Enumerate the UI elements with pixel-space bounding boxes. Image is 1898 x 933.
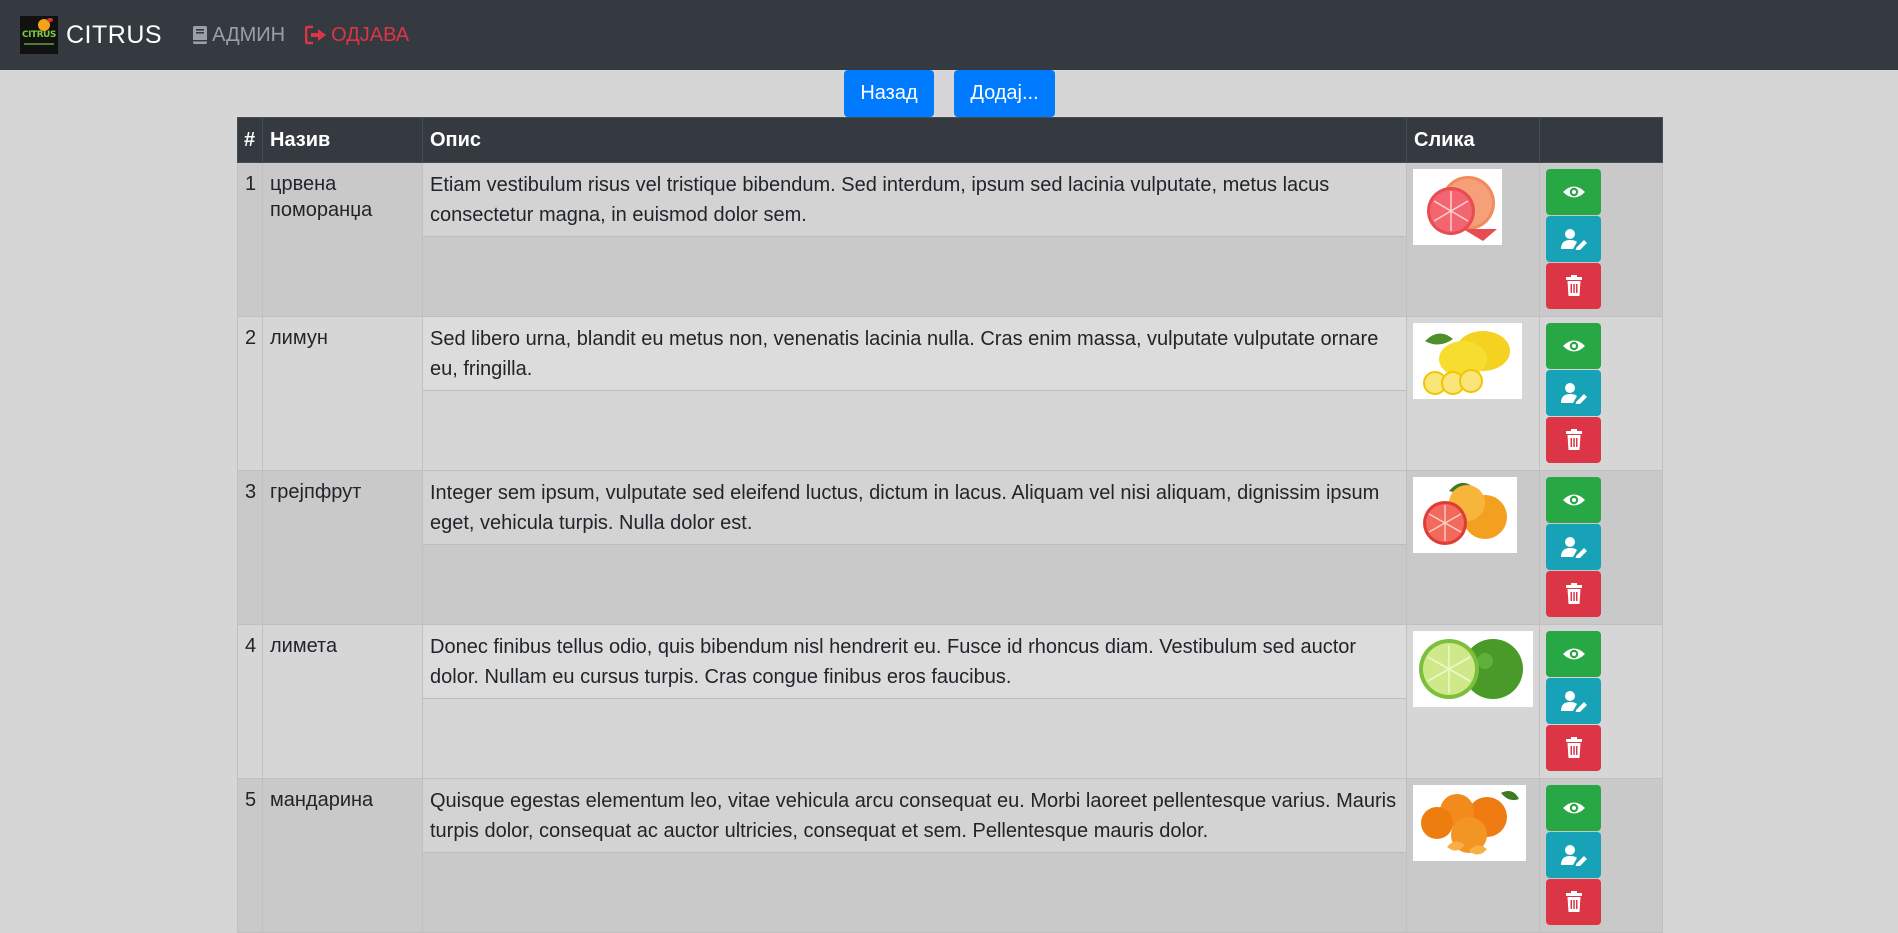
row-description-cell: Donec finibus tellus odio, quis bibendum…: [422, 624, 1407, 779]
user-edit-icon: [1560, 537, 1587, 558]
lemon-image: [1413, 323, 1522, 399]
row-number: 3: [237, 470, 263, 625]
row-description-cell: Etiam vestibulum risus vel tristique bib…: [422, 162, 1407, 317]
edit-button[interactable]: [1546, 678, 1601, 724]
table-row: 5 мандарина Quisque egestas elementum le…: [237, 778, 1663, 933]
add-button[interactable]: Додај...: [954, 70, 1055, 117]
view-button[interactable]: [1546, 631, 1601, 677]
row-name: грејпфрут: [262, 470, 423, 625]
row-name: лимета: [262, 624, 423, 779]
mandarin-image: [1413, 785, 1526, 861]
top-navbar: CITRUS CITRUS АДМИН ОДЈАВА: [0, 0, 1898, 70]
row-number: 4: [237, 624, 263, 779]
row-description-cell: Sed libero urna, blandit eu metus non, v…: [422, 316, 1407, 471]
view-button[interactable]: [1546, 477, 1601, 523]
fruit-table: # Назив Опис Слика 1 црвена поморанџа Et…: [237, 117, 1663, 933]
header-image: Слика: [1406, 117, 1540, 163]
eye-icon: [1562, 340, 1585, 352]
user-edit-icon: [1560, 845, 1587, 866]
row-description: Donec finibus tellus odio, quis bibendum…: [423, 625, 1406, 699]
delete-button[interactable]: [1546, 263, 1601, 309]
row-actions: [1539, 778, 1663, 933]
row-number: 1: [237, 162, 263, 317]
header-description: Опис: [422, 117, 1407, 163]
nav-logout-label: ОДЈАВА: [331, 23, 410, 46]
lime-image: [1413, 631, 1533, 707]
nav-admin-link[interactable]: АДМИН: [192, 24, 285, 47]
user-edit-icon: [1560, 383, 1587, 404]
row-image-cell: [1406, 470, 1540, 625]
row-name: црвена поморанџа: [262, 162, 423, 317]
grapefruit-image: [1413, 477, 1517, 553]
table-row: 1 црвена поморанџа Etiam vestibulum risu…: [237, 162, 1663, 317]
row-name-line: лимета: [270, 635, 338, 657]
trash-icon: [1565, 429, 1582, 450]
header-name: Назив: [262, 117, 423, 163]
row-image-cell: [1406, 162, 1540, 317]
row-actions: [1539, 162, 1663, 317]
citrus-logo-icon: CITRUS: [20, 16, 58, 54]
view-button[interactable]: [1546, 169, 1601, 215]
view-button[interactable]: [1546, 323, 1601, 369]
row-image-cell: [1406, 778, 1540, 933]
row-actions: [1539, 470, 1663, 625]
row-name-line: мандарина: [270, 789, 374, 811]
table-header-row: # Назив Опис Слика: [237, 117, 1663, 163]
row-description: Integer sem ipsum, vulputate sed eleifen…: [423, 471, 1406, 545]
toolbar: Назад Додај...: [0, 70, 1898, 118]
edit-button[interactable]: [1546, 524, 1601, 570]
row-actions: [1539, 316, 1663, 471]
header-num: #: [237, 117, 263, 163]
row-name-line: грејпфрут: [270, 481, 362, 503]
trash-icon: [1565, 583, 1582, 604]
delete-button[interactable]: [1546, 725, 1601, 771]
row-name-line: лимун: [270, 327, 328, 349]
trash-icon: [1565, 737, 1582, 758]
eye-icon: [1562, 648, 1585, 660]
book-icon: [193, 26, 208, 44]
row-number: 2: [237, 316, 263, 471]
edit-button[interactable]: [1546, 216, 1601, 262]
row-image-cell: [1406, 624, 1540, 779]
row-name-line: поморанџа: [270, 199, 373, 221]
row-image-cell: [1406, 316, 1540, 471]
eye-icon: [1562, 494, 1585, 506]
row-name: мандарина: [262, 778, 423, 933]
table-row: 3 грејпфрут Integer sem ipsum, vulputate…: [237, 470, 1663, 625]
row-description: Quisque egestas elementum leo, vitae veh…: [423, 779, 1406, 853]
row-name: лимун: [262, 316, 423, 471]
row-number: 5: [237, 778, 263, 933]
brand-text: CITRUS: [66, 20, 163, 49]
row-description: Sed libero urna, blandit eu metus non, v…: [423, 317, 1406, 391]
user-edit-icon: [1560, 229, 1587, 250]
edit-button[interactable]: [1546, 370, 1601, 416]
back-button[interactable]: Назад: [844, 70, 934, 117]
delete-button[interactable]: [1546, 879, 1601, 925]
sign-out-icon: [305, 25, 327, 45]
view-button[interactable]: [1546, 785, 1601, 831]
row-description: Etiam vestibulum risus vel tristique bib…: [423, 163, 1406, 237]
table-row: 4 лимета Donec finibus tellus odio, quis…: [237, 624, 1663, 779]
edit-button[interactable]: [1546, 832, 1601, 878]
header-actions: [1539, 117, 1663, 163]
row-actions: [1539, 624, 1663, 779]
trash-icon: [1565, 275, 1582, 296]
blood-orange-image: [1413, 169, 1502, 245]
eye-icon: [1562, 802, 1585, 814]
nav-admin-label: АДМИН: [212, 23, 286, 46]
table-row: 2 лимун Sed libero urna, blandit eu metu…: [237, 316, 1663, 471]
trash-icon: [1565, 891, 1582, 912]
eye-icon: [1562, 186, 1585, 198]
delete-button[interactable]: [1546, 417, 1601, 463]
nav-logout-link[interactable]: ОДЈАВА: [305, 24, 409, 47]
brand-link[interactable]: CITRUS CITRUS: [20, 16, 162, 54]
row-description-cell: Quisque egestas elementum leo, vitae veh…: [422, 778, 1407, 933]
row-description-cell: Integer sem ipsum, vulputate sed eleifen…: [422, 470, 1407, 625]
delete-button[interactable]: [1546, 571, 1601, 617]
user-edit-icon: [1560, 691, 1587, 712]
